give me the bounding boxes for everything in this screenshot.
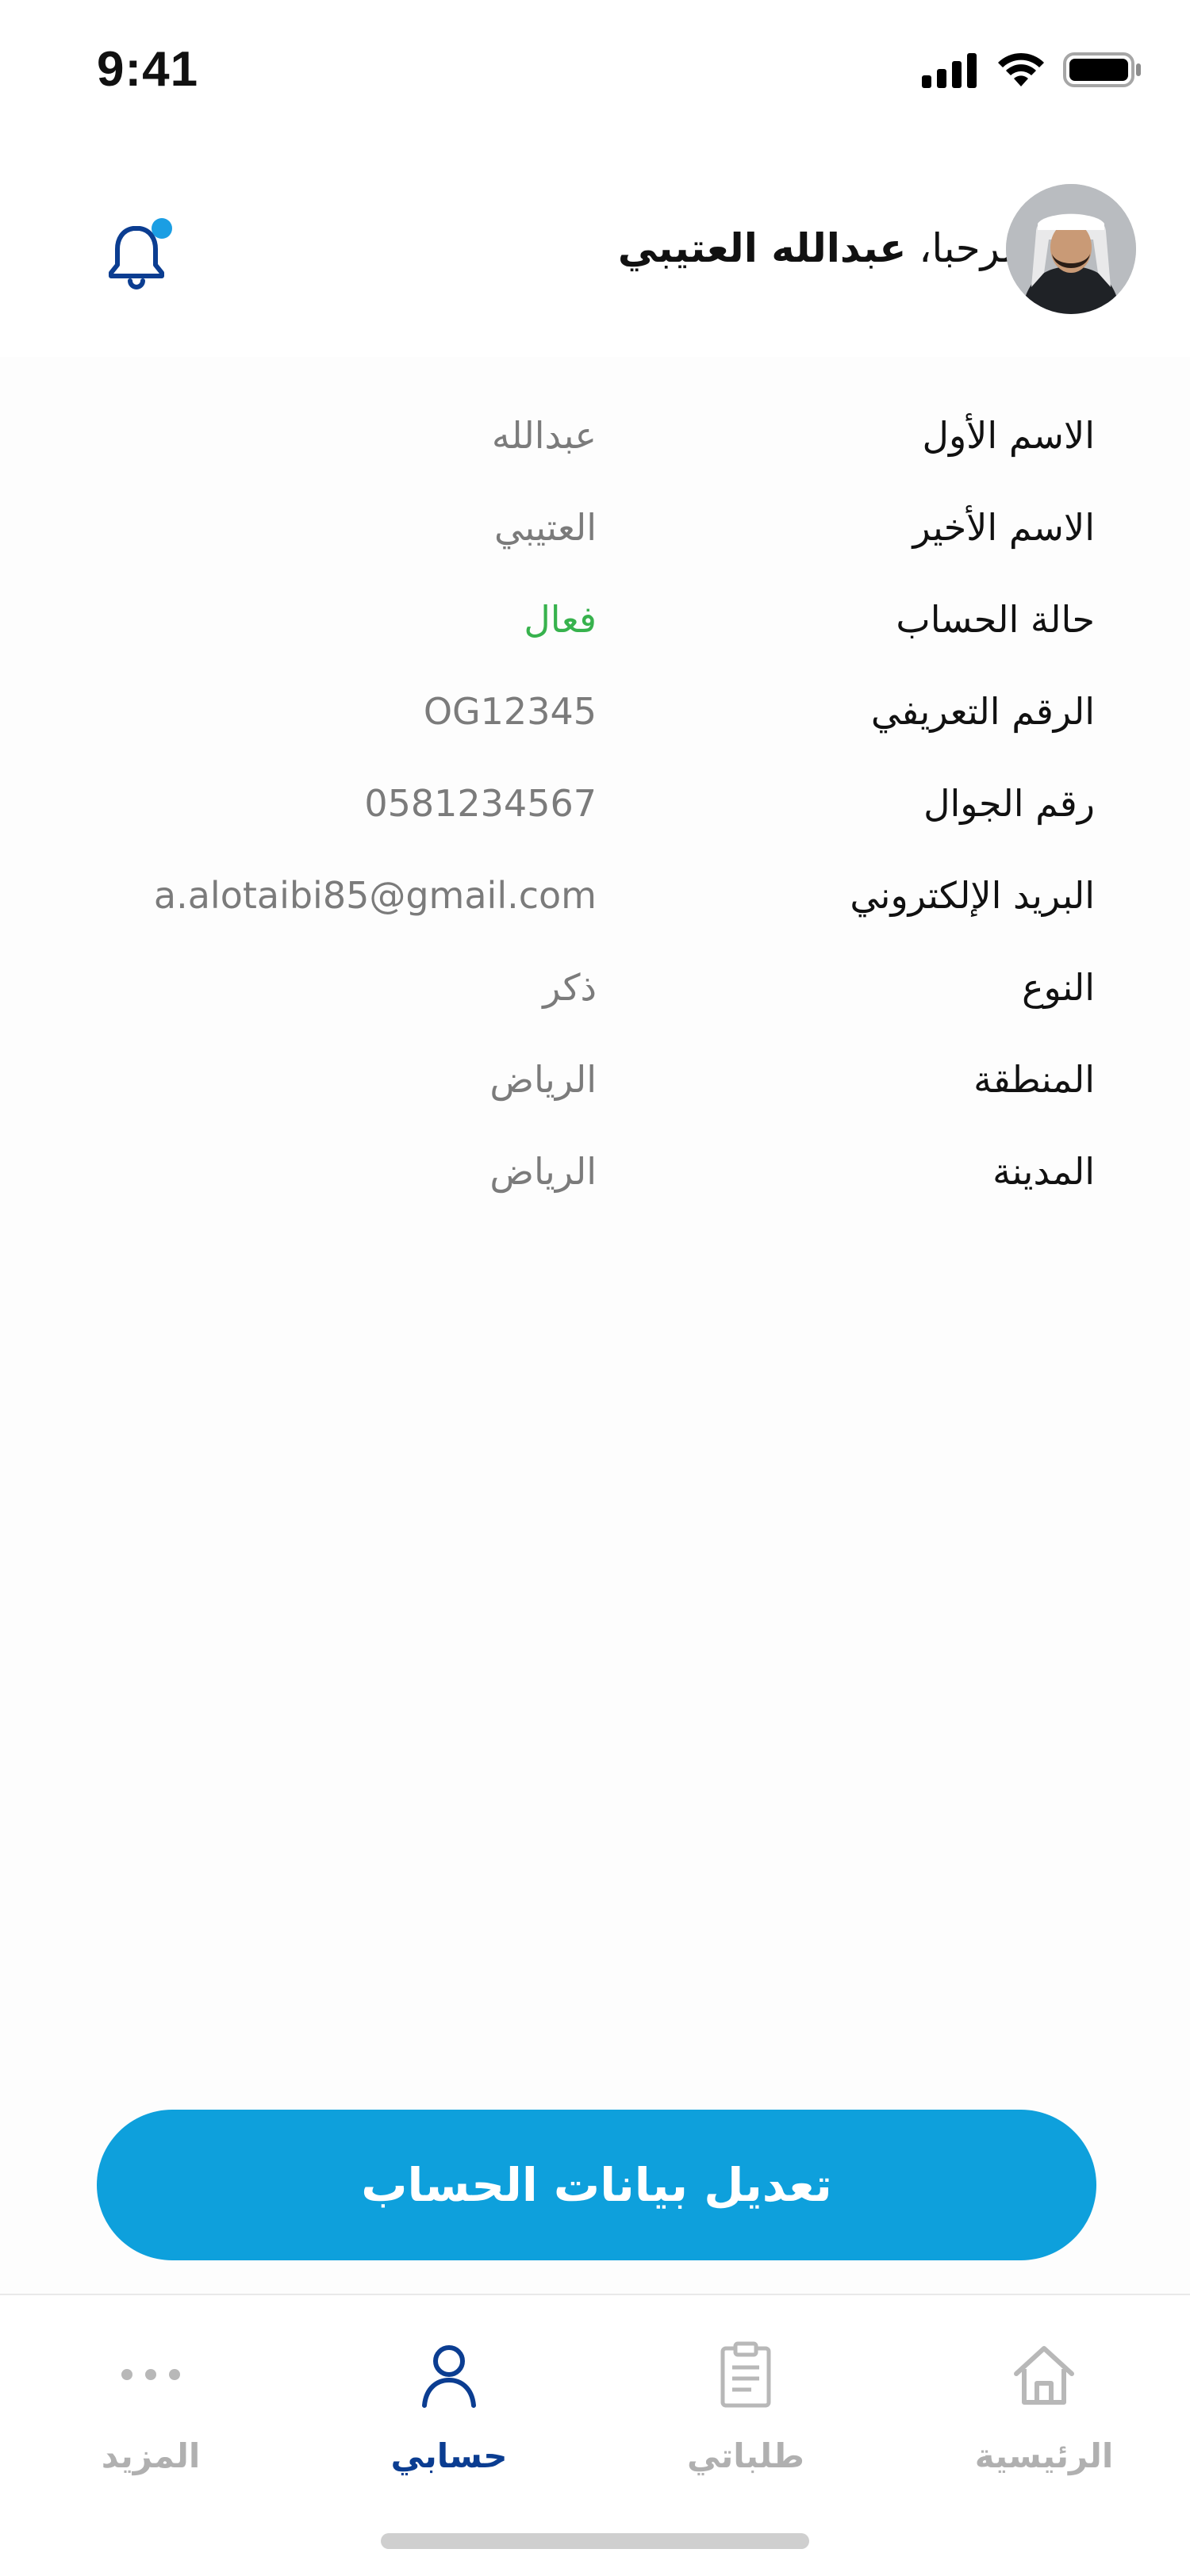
notifications-button[interactable] [95,206,182,293]
home-indicator[interactable] [381,2533,809,2549]
info-row-mobile: رقم الجوال 0581234567 [0,765,1190,857]
wifi-icon [998,52,1044,86]
row-label: النوع [1022,966,1095,1009]
row-value: العتيبي [494,506,597,549]
info-row-gender: النوع ذكر [0,949,1190,1041]
profile-header: مرحبا، عبدالله العتيبي [0,143,1190,357]
avatar[interactable] [1006,184,1136,314]
row-label: الرقم التعريفي [870,690,1095,733]
greeting-text: مرحبا، عبدالله العتيبي [618,225,1023,271]
status-badge: فعال [524,598,597,641]
info-row-account-status: حالة الحساب فعال [0,581,1190,673]
info-row-email: البريد الإلكتروني a.alotaibi85@gmail.com [0,857,1190,949]
row-label: رقم الجوال [923,782,1095,825]
avatar-photo [1006,184,1136,314]
status-time: 9:41 [97,42,199,97]
cellular-signal-icon [922,53,977,88]
row-value: الرياض [489,1150,597,1193]
row-label: المنطقة [973,1058,1095,1101]
tab-my-orders[interactable]: طلباتي [627,2335,865,2509]
row-value: OG12345 [423,690,597,733]
info-row-city: المدينة الرياض [0,1133,1190,1225]
more-dots-icon [121,2369,180,2380]
row-label: البريد الإلكتروني [850,874,1095,917]
info-row-last-name: الاسم الأخير العتيبي [0,489,1190,581]
row-value: الرياض [489,1058,597,1101]
row-value: عبدالله [491,414,597,457]
account-page: 9:41 مرحبا، عبدالله العتيبي الاسم الأول … [0,0,1190,2576]
tab-label: حسابي [390,2436,508,2475]
status-bar: 9:41 [0,0,1190,143]
row-label: الاسم الأول [922,414,1095,457]
bell-icon [109,218,172,289]
info-row-first-name: الاسم الأول عبدالله [0,397,1190,489]
clipboard-icon [720,2341,771,2408]
tab-home[interactable]: الرئيسية [925,2335,1163,2509]
edit-account-button[interactable]: تعديل بيانات الحساب [97,2110,1096,2260]
status-icons [922,51,1142,89]
tab-label: الرئيسية [974,2436,1114,2475]
user-name: عبدالله العتيبي [617,225,907,271]
row-label: المدينة [992,1150,1095,1193]
tab-my-account[interactable]: حسابي [330,2335,568,2509]
home-icon [1014,2346,1074,2405]
row-value: a.alotaibi85@gmail.com [153,874,597,917]
row-label: حالة الحساب [896,598,1095,641]
info-row-region: المنطقة الرياض [0,1041,1190,1133]
person-icon [422,2345,476,2408]
tab-label: المزيد [101,2436,201,2475]
battery-icon [1063,52,1141,87]
tab-label: طلباتي [687,2436,804,2475]
tab-more[interactable]: المزيد [32,2335,270,2509]
info-row-id-number: الرقم التعريفي OG12345 [0,673,1190,765]
row-value: 0581234567 [364,782,597,825]
row-value: ذكر [543,966,597,1009]
row-label: الاسم الأخير [912,506,1095,549]
